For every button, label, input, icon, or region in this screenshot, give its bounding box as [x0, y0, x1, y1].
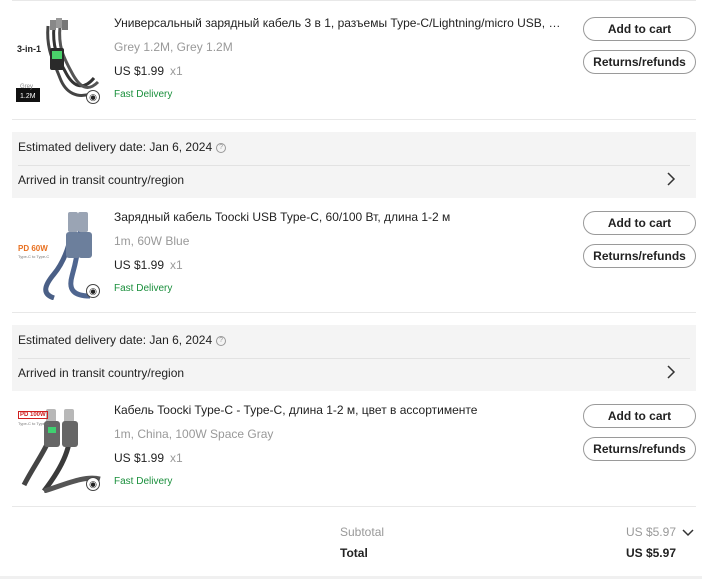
delivery-info: Estimated delivery date: Jan 6, 2024? Ar… [12, 325, 696, 391]
thumb-label-sub: Type-C to Type-C [18, 254, 50, 259]
chevron-right-icon[interactable] [666, 365, 676, 379]
question-icon[interactable]: ? [216, 142, 227, 153]
thumb-label-bottom: 1.2M [20, 93, 36, 100]
item-info: Универсальный зарядный кабель 3 в 1, раз… [114, 16, 564, 100]
item-price-line: US $1.99 x1 [114, 451, 564, 465]
camera-icon[interactable]: ◉ [86, 284, 100, 298]
delivery-divider [18, 165, 690, 166]
item-divider [12, 312, 696, 313]
total-value: US $5.97 [625, 546, 676, 560]
total-label: Total [340, 546, 368, 560]
returns-refunds-button[interactable]: Returns/refunds [583, 244, 696, 268]
question-icon[interactable]: ? [216, 335, 227, 346]
order-item: PD 60W Type-C to Type-C ◉ Зарядный кабел… [12, 204, 696, 312]
item-title[interactable]: Кабель Toocki Type-C - Type-C, длина 1-2… [114, 403, 562, 417]
order-item: PD 100W Type-C to Type-C ◉ Кабель Toocki… [12, 397, 696, 505]
add-to-cart-button[interactable]: Add to cart [583, 404, 696, 428]
item-price-line: US $1.99 x1 [114, 258, 564, 272]
product-thumbnail[interactable]: 3-in-1 Grey 1.2M ◉ [14, 18, 102, 106]
item-variant: 1m, China, 100W Space Gray [114, 427, 274, 441]
delivery-date: Estimated delivery date: Jan 6, 2024 [18, 140, 213, 154]
returns-refunds-button[interactable]: Returns/refunds [583, 437, 696, 461]
chevron-down-icon[interactable] [682, 528, 694, 538]
product-thumbnail[interactable]: PD 100W Type-C to Type-C ◉ [14, 405, 102, 493]
fast-delivery-badge: Fast Delivery [114, 283, 173, 294]
subtotal-label: Subtotal [340, 525, 385, 539]
thumb-label-sub: Type-C to Type-C [18, 421, 50, 426]
item-qty: x1 [170, 451, 183, 465]
add-to-cart-button[interactable]: Add to cart [583, 17, 696, 41]
item-title[interactable]: Зарядный кабель Toocki USB Type-C, 60/10… [114, 210, 562, 224]
camera-icon[interactable]: ◉ [86, 90, 100, 104]
order-summary: Subtotal US $5.97 Total US $5.97 [12, 506, 696, 576]
subtotal-value: US $5.97 [625, 525, 676, 539]
item-title[interactable]: Универсальный зарядный кабель 3 в 1, раз… [114, 16, 562, 30]
delivery-divider [18, 358, 690, 359]
transit-status[interactable]: Arrived in transit country/region [18, 173, 184, 187]
item-qty: x1 [170, 258, 183, 272]
add-to-cart-button[interactable]: Add to cart [583, 211, 696, 235]
item-price: US $1.99 [114, 64, 165, 78]
delivery-date-row: Estimated delivery date: Jan 6, 2024? [18, 140, 227, 154]
item-qty: x1 [170, 64, 183, 78]
product-thumbnail[interactable]: PD 60W Type-C to Type-C ◉ [14, 212, 102, 300]
chevron-right-icon[interactable] [666, 172, 676, 186]
thumb-label-top: PD 60W [18, 244, 48, 253]
item-variant: 1m, 60W Blue [114, 234, 190, 248]
fast-delivery-badge: Fast Delivery [114, 476, 173, 487]
thumb-label-top: 3-in-1 [17, 44, 42, 54]
item-info: Кабель Toocki Type-C - Type-C, длина 1-2… [114, 403, 564, 487]
item-info: Зарядный кабель Toocki USB Type-C, 60/10… [114, 210, 564, 294]
item-price: US $1.99 [114, 258, 165, 272]
delivery-info: Estimated delivery date: Jan 6, 2024? Ar… [12, 132, 696, 198]
fast-delivery-badge: Fast Delivery [114, 89, 173, 100]
top-divider [12, 0, 696, 1]
order-item: 3-in-1 Grey 1.2M ◉ Универсальный зарядны… [12, 10, 696, 120]
transit-status[interactable]: Arrived in transit country/region [18, 366, 184, 380]
order-details-page: 3-in-1 Grey 1.2M ◉ Универсальный зарядны… [0, 0, 702, 579]
item-price: US $1.99 [114, 451, 165, 465]
item-divider [12, 119, 696, 120]
camera-icon[interactable]: ◉ [86, 477, 100, 491]
thumb-label-top: PD 100W [18, 411, 48, 419]
item-price-line: US $1.99 x1 [114, 64, 564, 78]
delivery-date: Estimated delivery date: Jan 6, 2024 [18, 333, 213, 347]
item-variant: Grey 1.2M, Grey 1.2M [114, 40, 233, 54]
returns-refunds-button[interactable]: Returns/refunds [583, 50, 696, 74]
thumb-label-grey: Grey [20, 84, 34, 90]
delivery-date-row: Estimated delivery date: Jan 6, 2024? [18, 333, 227, 347]
